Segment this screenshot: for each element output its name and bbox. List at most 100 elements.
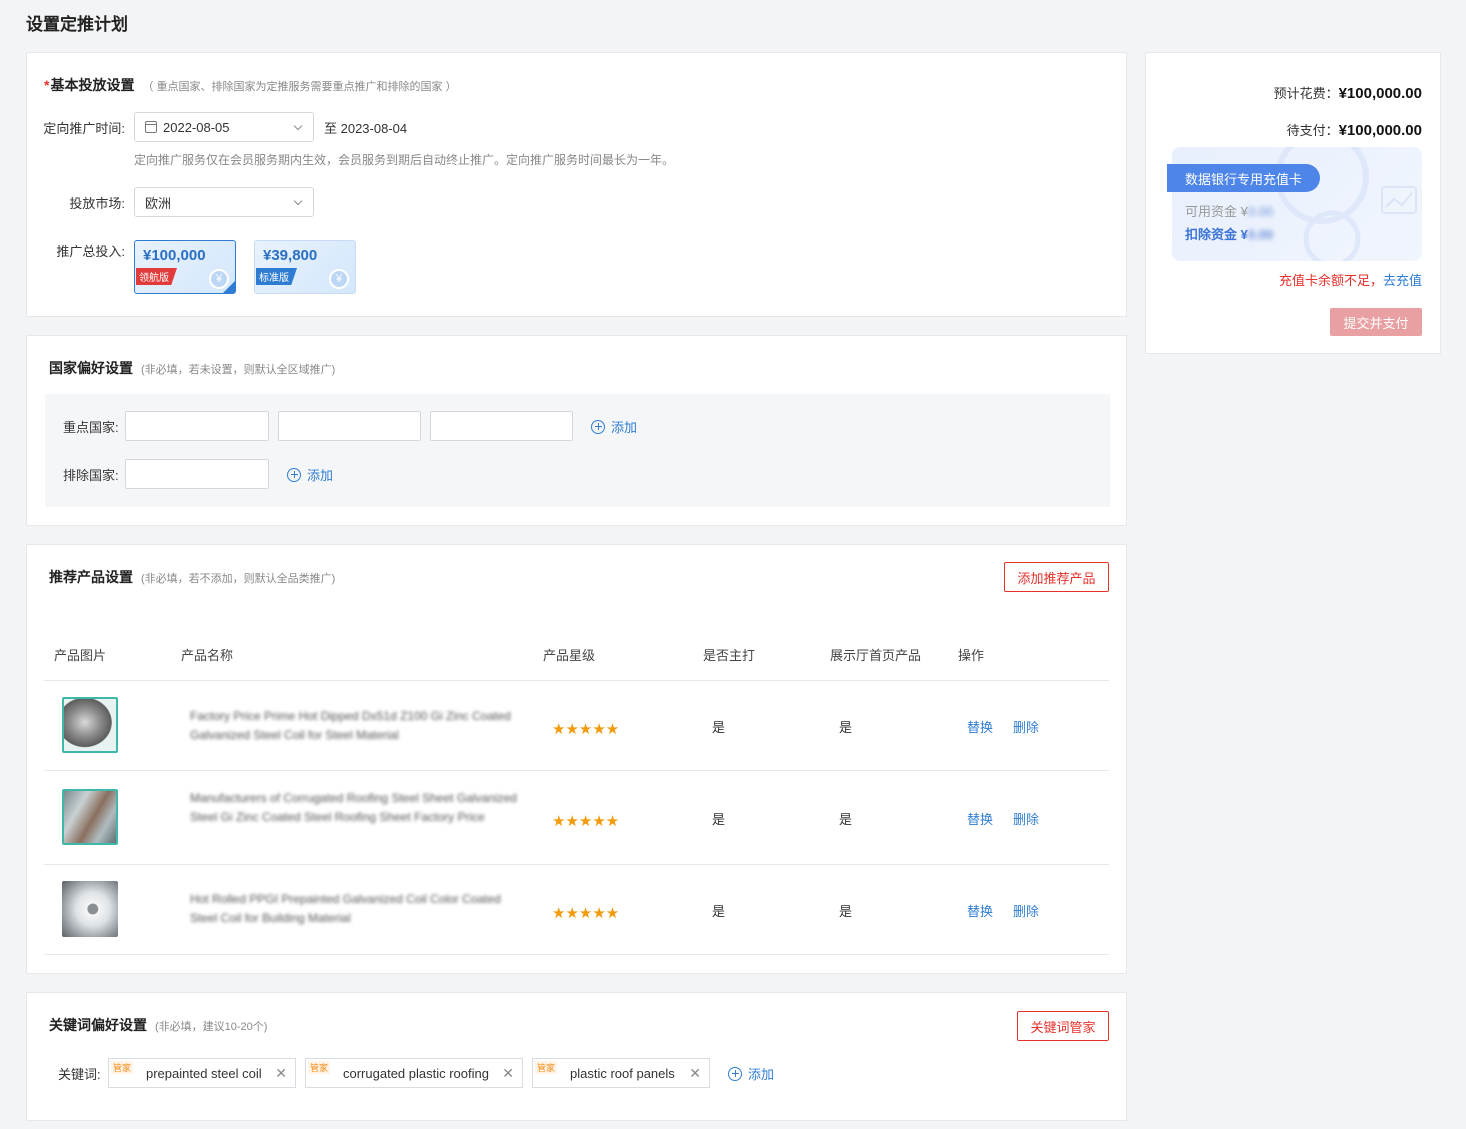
submit-and-pay-button[interactable]: 提交并支付 (1330, 308, 1422, 336)
product-showroom-flag: 是 (839, 720, 853, 735)
product-stars: ★★★★★ (552, 813, 620, 830)
close-icon[interactable]: ✕ (275, 1065, 287, 1082)
focus-country-input-2[interactable] (278, 411, 421, 441)
add-keyword-button[interactable]: 添加 (728, 1064, 774, 1083)
plan-amount: ¥39,800 (263, 247, 318, 264)
calendar-icon (145, 121, 157, 133)
focus-country-input-1[interactable] (125, 411, 269, 441)
chevron-down-icon (293, 196, 303, 206)
product-main-flag: 是 (712, 904, 726, 919)
add-exclude-country-button[interactable]: 添加 (287, 465, 333, 484)
keyword-tag: 管家 prepainted steel coil ✕ (108, 1058, 296, 1088)
promotion-time-label: 定向推广时间: (43, 121, 125, 136)
product-showroom-flag: 是 (839, 812, 853, 827)
column-header-name: 产品名称 (181, 648, 234, 663)
plan-card-pilot[interactable]: ¥100,000 领航版 ¥ (134, 240, 236, 294)
table-divider (44, 864, 1109, 865)
budget-label: 推广总投入: (56, 244, 125, 259)
manager-badge: 管家 (111, 1061, 134, 1074)
deducted-funds-label: 扣除资金 ¥ (1185, 227, 1248, 242)
plus-circle-icon (287, 467, 301, 482)
country-settings-card: 国家偏好设置 (非必填，若未设置，则默认全区域推广) 重点国家: 添加 排除国家:… (26, 335, 1127, 526)
plan-card-standard[interactable]: ¥39,800 标准版 ¥ (254, 240, 356, 294)
delete-product-link[interactable]: 删除 (1013, 809, 1039, 828)
close-icon[interactable]: ✕ (502, 1065, 514, 1082)
available-funds: 可用资金 ¥0.00 (1185, 201, 1273, 220)
table-divider (44, 680, 1109, 681)
product-name: Manufacturers of Corrugated Roofing Stee… (190, 791, 517, 824)
keywords-hint: (非必填，建议10-20个) (155, 1021, 268, 1033)
keywords-card: 关键词偏好设置 (非必填，建议10-20个) 关键词管家 关键词: 管家 prep… (26, 992, 1127, 1121)
replace-product-link[interactable]: 替换 (967, 809, 993, 828)
keyword-text: prepainted steel coil (146, 1065, 262, 1081)
estimated-cost-value: ¥100,000.00 (1338, 85, 1422, 102)
add-recommended-product-button[interactable]: 添加推荐产品 (1004, 562, 1109, 592)
exclude-country-input[interactable] (125, 459, 269, 489)
country-settings-hint: (非必填，若未设置，则默认全区域推广) (141, 364, 336, 376)
available-funds-value: 0.00 (1247, 204, 1274, 219)
market-label: 投放市场: (69, 196, 125, 211)
focus-country-label: 重点国家: (63, 420, 119, 435)
plan-amount: ¥100,000 (143, 247, 206, 264)
amount-due-label: 待支付： (1286, 123, 1339, 138)
start-date-value: 2022-08-05 (163, 119, 230, 135)
end-date: 至 2023-08-04 (324, 121, 408, 136)
add-label: 添加 (748, 1067, 775, 1082)
exclude-country-label: 排除国家: (63, 468, 119, 483)
amount-due: 待支付：¥100,000.00 (1287, 120, 1422, 139)
replace-product-link[interactable]: 替换 (967, 901, 993, 920)
add-label: 添加 (611, 420, 638, 435)
plan-tag: 领航版 (136, 268, 177, 285)
keyword-manager-button[interactable]: 关键词管家 (1017, 1011, 1109, 1041)
recharge-card-title: 数据银行专用充值卡 (1167, 164, 1321, 192)
insufficient-balance-warning: 充值卡余额不足，去充值 (1279, 270, 1422, 289)
keyword-tag: 管家 corrugated plastic roofing ✕ (305, 1058, 523, 1088)
replace-product-link[interactable]: 替换 (967, 717, 993, 736)
required-mark: * (44, 77, 50, 93)
market-value: 欧洲 (145, 195, 172, 211)
keyword-text: plastic roof panels (570, 1065, 675, 1081)
product-thumbnail (62, 697, 118, 753)
product-name: Hot Rolled PPGI Prepainted Galvanized Co… (190, 892, 501, 925)
column-header-showroom: 展示厅首页产品 (830, 648, 922, 663)
keyword-label: 关键词: (58, 1067, 101, 1082)
table-divider (44, 770, 1109, 771)
column-header-image: 产品图片 (54, 648, 107, 663)
add-label: 添加 (307, 468, 334, 483)
page-title: 设置定推计划 (26, 15, 128, 34)
start-date-picker[interactable]: 2022-08-05 (134, 112, 314, 142)
keywords-title: 关键词偏好设置 (非必填，建议10-20个) (49, 1015, 267, 1035)
delete-product-link[interactable]: 删除 (1013, 901, 1039, 920)
promotion-time-note: 定向推广服务仅在会员服务期内生效，会员服务到期后自动终止推广。定向推广服务时间最… (134, 153, 675, 167)
amount-due-value: ¥100,000.00 (1338, 122, 1422, 139)
close-icon[interactable]: ✕ (689, 1065, 701, 1082)
basic-settings-title: *基本投放设置 （ 重点国家、排除国家为定推服务需要重点推广和排除的国家 ） (44, 75, 457, 95)
keyword-tag: 管家 plastic roof panels ✕ (532, 1058, 710, 1088)
product-name: Factory Price Prime Hot Dipped Dx51d Z10… (190, 709, 511, 742)
country-settings-title: 国家偏好设置 (非必填，若未设置，则默认全区域推广) (49, 358, 335, 378)
selected-check-icon (223, 281, 235, 293)
product-main-flag: 是 (712, 720, 726, 735)
basic-settings-hint: （ 重点国家、排除国家为定推服务需要重点推广和排除的国家 ） (142, 81, 457, 93)
delete-product-link[interactable]: 删除 (1013, 717, 1039, 736)
column-header-actions: 操作 (958, 648, 985, 663)
estimated-cost-label: 预计花费： (1273, 86, 1339, 101)
basic-settings-title-text: 基本投放设置 (50, 77, 135, 93)
country-settings-title-text: 国家偏好设置 (49, 360, 133, 376)
coin-icon: ¥ (329, 269, 349, 289)
add-focus-country-button[interactable]: 添加 (591, 417, 637, 436)
recharge-link[interactable]: 去充值 (1383, 273, 1422, 288)
available-funds-label: 可用资金 ¥ (1185, 204, 1248, 219)
products-hint: (非必填，若不添加，则默认全品类推广) (141, 573, 336, 585)
product-stars: ★★★★★ (552, 721, 620, 738)
market-select[interactable]: 欧洲 (134, 187, 314, 217)
plus-circle-icon (591, 419, 605, 434)
deducted-funds-value: 0.00 (1247, 227, 1274, 242)
payment-summary-card: 预计花费：¥100,000.00 待支付：¥100,000.00 数据银行专用充… (1145, 52, 1441, 354)
deducted-funds: 扣除资金 ¥0.00 (1185, 224, 1273, 243)
insufficient-text: 充值卡余额不足， (1278, 273, 1383, 288)
focus-country-input-3[interactable] (430, 411, 573, 441)
column-header-rating: 产品星级 (543, 648, 596, 663)
plan-tag: 标准版 (256, 268, 297, 285)
column-header-main: 是否主打 (703, 648, 756, 663)
